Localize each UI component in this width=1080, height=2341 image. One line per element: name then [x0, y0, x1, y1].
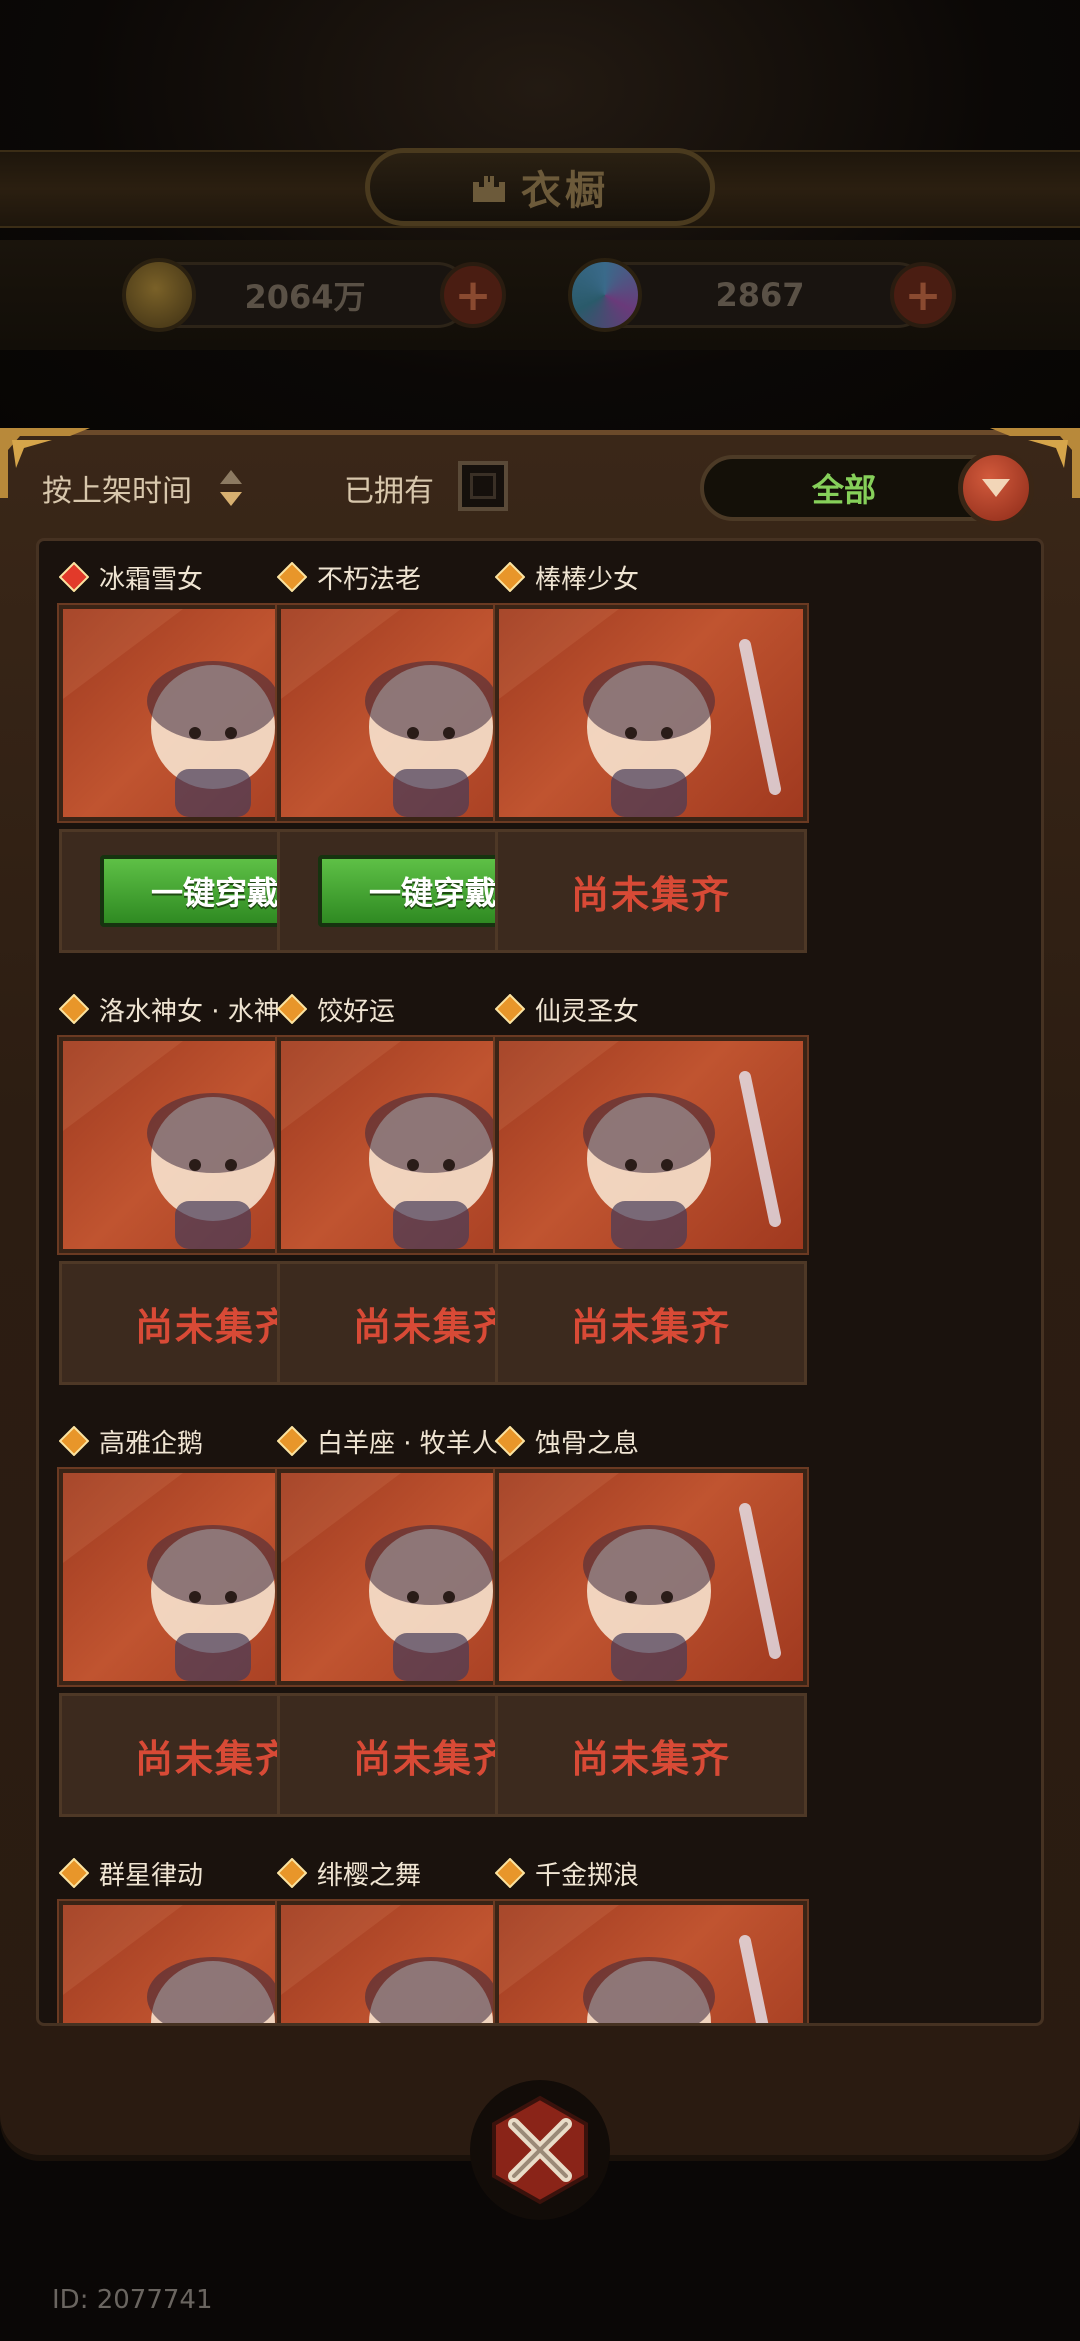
- rarity-diamond-icon: [277, 562, 307, 592]
- outfit-header: 高雅企鹅: [59, 1419, 203, 1463]
- outfit-name: 群星律动: [99, 1860, 204, 1891]
- gold-add-button[interactable]: +: [440, 262, 506, 328]
- outfit-name: 饺好运: [317, 996, 396, 1027]
- outfit-header: 棒棒少女: [495, 555, 639, 599]
- outfit-name: 蚀骨之息: [535, 1428, 640, 1459]
- outfit-name: 高雅企鹅: [99, 1428, 204, 1459]
- outfit-name: 洛水神女 · 水神: [99, 996, 280, 1027]
- not-collected-label: 尚未集齐: [570, 1304, 731, 1349]
- rarity-diamond-icon: [59, 1858, 89, 1888]
- outfit-card[interactable]: 千金掷浪: [493, 1851, 809, 2023]
- rarity-diamond-icon: [495, 994, 525, 1024]
- close-button[interactable]: [470, 2080, 610, 2220]
- gem-icon: [568, 258, 642, 332]
- user-id: ID: 2077741: [52, 2285, 213, 2315]
- outfit-portrait[interactable]: [493, 603, 809, 823]
- castle-icon: [473, 176, 505, 202]
- filter-dropdown-button[interactable]: [958, 450, 1034, 526]
- outfit-name: 棒棒少女: [535, 564, 640, 595]
- not-collected-label: 尚未集齐: [352, 1304, 513, 1349]
- outfit-name: 白羊座 · 牧羊人: [317, 1428, 498, 1459]
- category-filter-value: 全部: [811, 471, 876, 509]
- page-title: 衣橱: [521, 168, 609, 214]
- owned-filter-label: 已拥有: [344, 474, 434, 509]
- close-icon: [492, 2095, 588, 2205]
- outfit-portrait[interactable]: [493, 1035, 809, 1255]
- outfit-name: 千金掷浪: [535, 1860, 640, 1891]
- outfit-portrait[interactable]: [493, 1899, 809, 2023]
- rarity-diamond-icon: [59, 562, 89, 592]
- character-portrait-icon: [499, 1905, 769, 2023]
- rarity-diamond-icon: [495, 562, 525, 592]
- outfit-name: 仙灵圣女: [535, 996, 640, 1027]
- outfit-header: 洛水神女 · 水神: [59, 987, 280, 1031]
- outfit-portrait[interactable]: [493, 1467, 809, 1687]
- gem-add-button[interactable]: +: [890, 262, 956, 328]
- outfit-header: 蚀骨之息: [495, 1419, 639, 1463]
- outfit-header: 饺好运: [277, 987, 395, 1031]
- rarity-diamond-icon: [495, 1426, 525, 1456]
- gem-value: 2867: [715, 276, 805, 314]
- outfit-header: 绯樱之舞: [277, 1851, 421, 1895]
- outfit-header: 千金掷浪: [495, 1851, 639, 1895]
- outfit-header: 群星律动: [59, 1851, 203, 1895]
- outfit-card[interactable]: 仙灵圣女尚未集齐: [493, 987, 809, 1387]
- outfit-header: 仙灵圣女: [495, 987, 639, 1031]
- rarity-diamond-icon: [277, 1426, 307, 1456]
- rarity-diamond-icon: [495, 1858, 525, 1888]
- sort-arrows-icon[interactable]: [218, 468, 244, 508]
- outfit-action-area: 尚未集齐: [495, 1693, 807, 1817]
- not-collected-label: 尚未集齐: [134, 1736, 295, 1781]
- outfit-header: 冰霜雪女: [59, 555, 203, 599]
- rarity-diamond-icon: [59, 1426, 89, 1456]
- rarity-diamond-icon: [59, 994, 89, 1024]
- outfit-name: 冰霜雪女: [99, 564, 204, 595]
- outfit-header: 不朽法老: [277, 555, 421, 599]
- character-portrait-icon: [499, 1041, 781, 1249]
- not-collected-label: 尚未集齐: [570, 1736, 731, 1781]
- not-collected-label: 尚未集齐: [570, 872, 731, 917]
- outfit-grid: 冰霜雪女 一键穿戴 不朽法老 一键穿戴 棒棒少女 尚未集齐 洛水神女 · 水神 尚未集齐 饺好运…: [36, 538, 1044, 2026]
- character-portrait-icon: [499, 609, 781, 817]
- not-collected-label: 尚未集齐: [134, 1304, 295, 1349]
- owned-checkbox[interactable]: [458, 461, 508, 511]
- outfit-card[interactable]: 蚀骨之息尚未集齐: [493, 1419, 809, 1819]
- rarity-diamond-icon: [277, 994, 307, 1024]
- gold-coin-icon: [122, 258, 196, 332]
- sort-label[interactable]: 按上架时间: [42, 466, 192, 510]
- outfit-header: 白羊座 · 牧羊人: [277, 1419, 498, 1463]
- outfit-name: 绯樱之舞: [317, 1860, 422, 1891]
- outfit-action-area: 尚未集齐: [495, 1261, 807, 1385]
- character-portrait-icon: [499, 1473, 781, 1681]
- title-plate: 衣橱: [365, 148, 715, 226]
- outfit-card[interactable]: 棒棒少女尚未集齐: [493, 555, 809, 955]
- outfit-name: 不朽法老: [317, 564, 422, 595]
- not-collected-label: 尚未集齐: [352, 1736, 513, 1781]
- rarity-diamond-icon: [277, 1858, 307, 1888]
- chevron-down-icon: [982, 479, 1010, 497]
- outfit-action-area: 尚未集齐: [495, 829, 807, 953]
